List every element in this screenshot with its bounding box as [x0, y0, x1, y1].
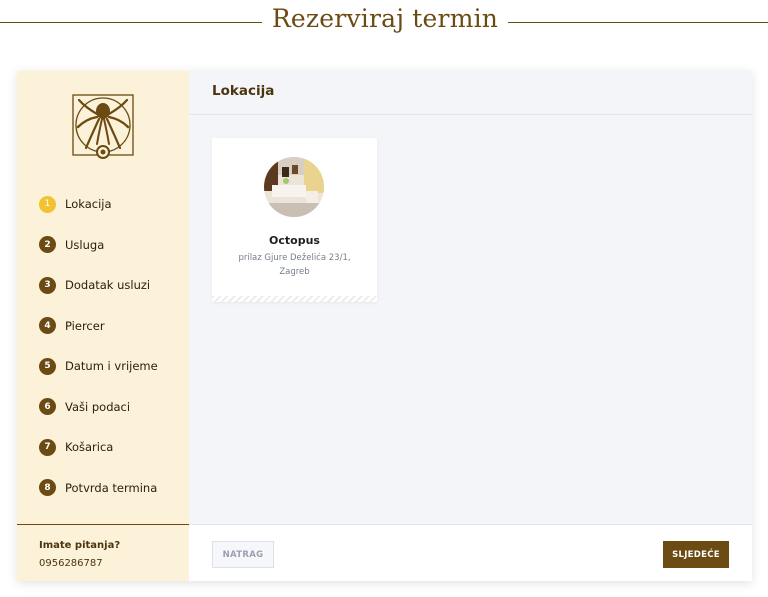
main-panel: Lokacija Octopus prilaz Gjure Deželića 2… — [189, 71, 752, 581]
step-number: 5 — [39, 357, 56, 375]
page-header: Rezerviraj termin — [0, 0, 768, 46]
header-divider-left — [0, 22, 262, 23]
step-number: 7 — [39, 438, 56, 456]
step-label: Vaši podaci — [65, 399, 131, 414]
step-potvrda-termina[interactable]: 8 Potvrda termina — [39, 478, 179, 498]
step-label: Lokacija — [65, 197, 112, 211]
next-button[interactable]: SLJEDEĆE — [663, 541, 729, 568]
step-piercer[interactable]: 4 Piercer — [39, 316, 179, 336]
contact-question: Imate pitanja? — [39, 540, 121, 551]
step-label: Piercer — [65, 318, 105, 333]
step-label: Dodatak usluzi — [65, 278, 151, 292]
step-label: Usluga — [65, 237, 105, 252]
step-datum-i-vrijeme[interactable]: 5 Datum i vrijeme — [39, 356, 179, 376]
step-number: 1 — [39, 195, 56, 213]
section-header: Lokacija — [189, 71, 752, 115]
step-dodatak-usluzi[interactable]: 3 Dodatak usluzi — [39, 275, 179, 295]
step-lokacija[interactable]: 1 Lokacija — [39, 194, 179, 214]
location-address: prilaz Gjure Deželića 23/1, Zagreb — [238, 253, 351, 277]
step-kosarica[interactable]: 7 Košarica — [39, 437, 179, 457]
step-label: Košarica — [65, 440, 114, 454]
octopus-logo-icon — [72, 94, 134, 160]
step-number: 6 — [39, 398, 56, 415]
step-label: Potvrda termina — [65, 480, 158, 495]
location-card[interactable]: Octopus prilaz Gjure Deželića 23/1, Zagr… — [212, 138, 377, 302]
location-name: Octopus — [269, 234, 320, 247]
navigation-footer: NATRAG SLJEDEĆE — [189, 524, 752, 581]
back-button[interactable]: NATRAG — [212, 541, 274, 568]
step-label: Datum i vrijeme — [65, 359, 158, 373]
page-title: Rezerviraj termin — [271, 4, 499, 33]
contact-phone[interactable]: 0956286787 — [39, 558, 103, 569]
booking-widget: 1 Lokacija 2 Usluga 3 Dodatak usluzi 4 P… — [17, 71, 752, 581]
sidebar-contact: Imate pitanja? 0956286787 — [17, 524, 189, 581]
card-hatch-strip — [212, 296, 377, 302]
sidebar: 1 Lokacija 2 Usluga 3 Dodatak usluzi 4 P… — [17, 71, 189, 581]
step-number: 8 — [39, 479, 56, 496]
step-number: 2 — [39, 236, 56, 253]
step-usluga[interactable]: 2 Usluga — [39, 235, 179, 255]
step-vasi-podaci[interactable]: 6 Vaši podaci — [39, 397, 179, 417]
section-title: Lokacija — [212, 83, 275, 99]
step-number: 3 — [39, 276, 56, 294]
step-number: 4 — [39, 317, 56, 334]
location-photo — [264, 157, 324, 217]
header-divider-right — [508, 22, 768, 23]
